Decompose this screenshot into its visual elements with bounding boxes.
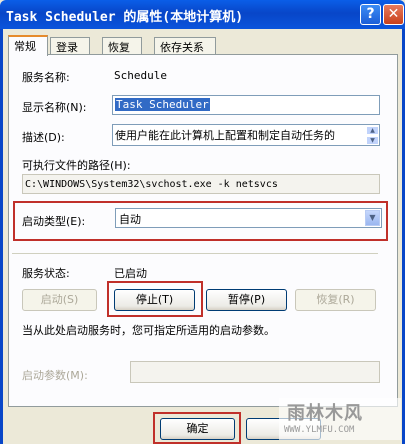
divider bbox=[12, 253, 378, 254]
highlight-ok bbox=[153, 412, 241, 444]
help-button[interactable]: ? bbox=[360, 4, 381, 25]
start-button[interactable]: 启动(S) bbox=[22, 289, 97, 311]
start-params-hint: 当从此处启动服务时，您可指定所适用的启动参数。 bbox=[22, 324, 275, 337]
description-field[interactable]: 使用户能在此计算机上配置和制定自动任务的 ▲ ▼ bbox=[112, 124, 380, 146]
service-status-value: 已启动 bbox=[114, 267, 147, 280]
close-button[interactable]: ✕ bbox=[383, 4, 404, 25]
service-name-label: 服务名称: bbox=[22, 71, 70, 84]
scroll-down-icon[interactable]: ▼ bbox=[366, 136, 379, 145]
start-params-label: 启动参数(M): bbox=[22, 369, 88, 382]
highlight-startup-type bbox=[13, 201, 388, 241]
tab-recovery[interactable]: 恢复 bbox=[102, 37, 142, 54]
exe-path-label: 可执行文件的路径(H): bbox=[22, 159, 131, 172]
start-params-field[interactable] bbox=[130, 361, 380, 383]
pause-button[interactable]: 暂停(P) bbox=[206, 289, 287, 311]
tab-general[interactable]: 常规 bbox=[8, 35, 48, 56]
resume-button[interactable]: 恢复(R) bbox=[295, 289, 376, 311]
exe-path-field: C:\WINDOWS\System32\svchost.exe -k netsv… bbox=[22, 174, 380, 194]
service-name-value: Schedule bbox=[114, 69, 167, 82]
tab-logon[interactable]: 登录 bbox=[50, 37, 90, 54]
display-name-label: 显示名称(N): bbox=[22, 101, 87, 114]
watermark-url: WWW.YLMFU.COM bbox=[284, 425, 355, 435]
window-frame-left bbox=[0, 29, 3, 444]
highlight-stop bbox=[107, 281, 203, 317]
window-title: Task Scheduler 的属性(本地计算机) bbox=[6, 10, 244, 25]
description-value: 使用户能在此计算机上配置和制定自动任务的 bbox=[115, 129, 335, 142]
description-label: 描述(D): bbox=[22, 131, 65, 144]
title-bar[interactable]: Task Scheduler 的属性(本地计算机) ? ✕ bbox=[0, 0, 405, 29]
service-status-label: 服务状态: bbox=[22, 267, 70, 280]
scroll-up-icon[interactable]: ▲ bbox=[366, 126, 379, 135]
display-name-field[interactable]: Task Scheduler bbox=[112, 95, 380, 115]
exe-path-value: C:\WINDOWS\System32\svchost.exe -k netsv… bbox=[25, 179, 278, 190]
display-name-value: Task Scheduler bbox=[115, 98, 210, 111]
watermark-text: 雨林木风 bbox=[287, 403, 363, 424]
tab-dependencies[interactable]: 依存关系 bbox=[154, 37, 216, 54]
watermark: 雨林木风 WWW.YLMFU.COM bbox=[279, 398, 401, 440]
